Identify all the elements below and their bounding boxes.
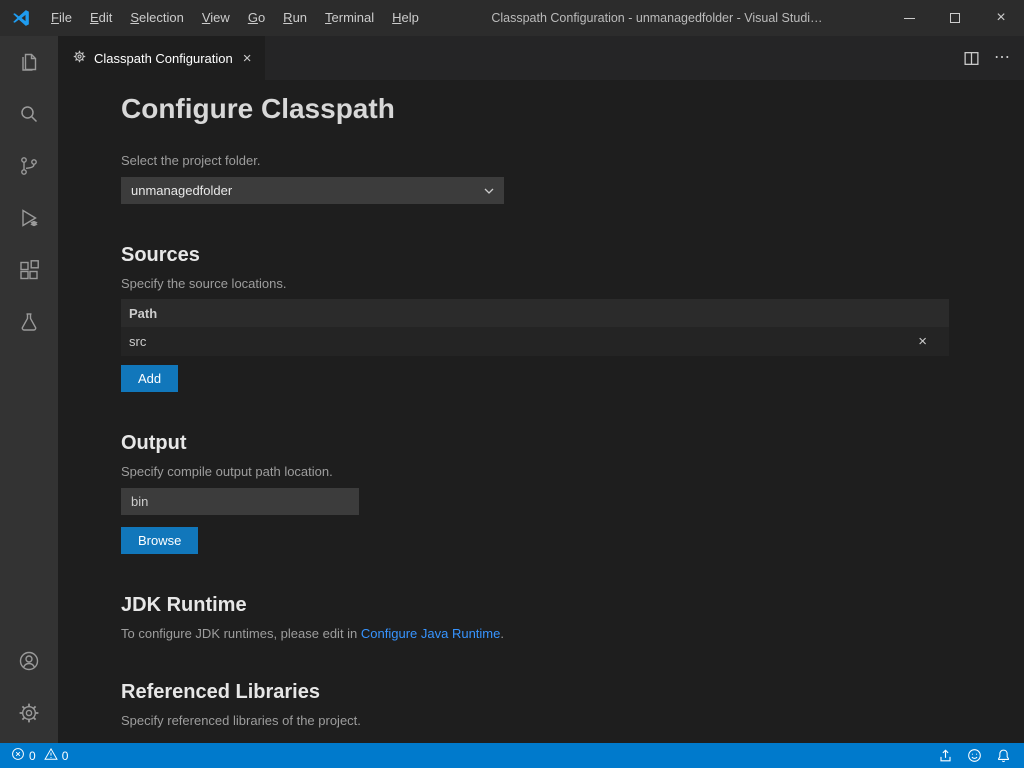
vscode-window: File Edit Selection View Go Run Terminal… xyxy=(0,0,1024,768)
referenced-libraries-heading: Referenced Libraries xyxy=(121,681,1024,704)
status-bar: 0 0 xyxy=(0,743,1024,768)
activity-bar-spacer xyxy=(0,348,58,635)
output-description: Specify compile output path location. xyxy=(121,464,1024,479)
classpath-configuration-page: Configure Classpath Select the project f… xyxy=(58,80,1024,743)
maximize-icon xyxy=(950,13,960,23)
classpath-config-icon xyxy=(72,49,87,67)
chevron-down-icon xyxy=(484,183,494,198)
explorer-icon[interactable] xyxy=(0,36,58,88)
menu-help[interactable]: Help xyxy=(383,0,428,36)
source-row[interactable]: src × xyxy=(121,327,949,356)
warnings-count: 0 xyxy=(62,749,69,763)
window-title: Classpath Configuration - unmanagedfolde… xyxy=(428,11,886,25)
source-control-icon[interactable] xyxy=(0,140,58,192)
output-heading: Output xyxy=(121,432,1024,455)
close-window-button[interactable]: × xyxy=(978,0,1024,36)
editor-actions: ⋯ xyxy=(963,36,1024,80)
project-folder-label: Select the project folder. xyxy=(121,153,1024,168)
tab-bar: Classpath Configuration × ⋯ xyxy=(58,36,1024,80)
activity-bar xyxy=(0,36,58,743)
project-folder-value: unmanagedfolder xyxy=(131,183,232,198)
menu-go[interactable]: Go xyxy=(239,0,274,36)
sources-heading: Sources xyxy=(121,244,1024,267)
minimize-button[interactable] xyxy=(886,0,932,36)
menu-terminal[interactable]: Terminal xyxy=(316,0,383,36)
run-and-debug-icon[interactable] xyxy=(0,192,58,244)
page-title: Configure Classpath xyxy=(121,93,1024,125)
sources-table: Path src × xyxy=(121,299,949,356)
title-bar: File Edit Selection View Go Run Terminal… xyxy=(0,0,1024,36)
problems-indicator[interactable]: 0 0 xyxy=(6,743,73,768)
add-source-button[interactable]: Add xyxy=(121,365,178,392)
testing-icon[interactable] xyxy=(0,296,58,348)
sources-description: Specify the source locations. xyxy=(121,276,1024,291)
menu-selection[interactable]: Selection xyxy=(121,0,192,36)
jdk-runtime-text: To configure JDK runtimes, please edit i… xyxy=(121,626,1024,641)
configure-java-runtime-link[interactable]: Configure Java Runtime xyxy=(361,626,500,641)
errors-icon xyxy=(11,747,25,764)
output-path-input[interactable] xyxy=(121,488,359,515)
tab-close-icon[interactable]: × xyxy=(240,50,255,67)
split-editor-icon[interactable] xyxy=(963,50,980,67)
remove-source-icon[interactable]: × xyxy=(918,333,927,350)
jdk-text-before: To configure JDK runtimes, please edit i… xyxy=(121,626,361,641)
errors-count: 0 xyxy=(29,749,36,763)
browse-output-button[interactable]: Browse xyxy=(121,527,198,554)
jdk-text-after: . xyxy=(500,626,504,641)
vscode-logo-icon xyxy=(0,8,42,28)
menu-file[interactable]: File xyxy=(42,0,81,36)
maximize-button[interactable] xyxy=(932,0,978,36)
extensions-icon[interactable] xyxy=(0,244,58,296)
menu-view[interactable]: View xyxy=(193,0,239,36)
sources-table-header: Path xyxy=(121,299,949,327)
feedback-icon[interactable] xyxy=(960,743,989,768)
jdk-runtime-heading: JDK Runtime xyxy=(121,594,1024,617)
window-controls: × xyxy=(886,0,1024,36)
referenced-libraries-description: Specify referenced libraries of the proj… xyxy=(121,713,1024,728)
path-column-header: Path xyxy=(129,306,157,321)
menu-edit[interactable]: Edit xyxy=(81,0,121,36)
search-icon[interactable] xyxy=(0,88,58,140)
menu-bar: File Edit Selection View Go Run Terminal… xyxy=(42,0,428,36)
source-path-value: src xyxy=(129,334,146,349)
tab-classpath-configuration[interactable]: Classpath Configuration × xyxy=(58,36,266,80)
menu-run[interactable]: Run xyxy=(274,0,316,36)
warnings-icon xyxy=(44,747,58,764)
share-icon[interactable] xyxy=(931,743,960,768)
accounts-icon[interactable] xyxy=(0,635,58,687)
tab-label: Classpath Configuration xyxy=(94,51,233,66)
notifications-bell-icon[interactable] xyxy=(989,743,1018,768)
settings-gear-icon[interactable] xyxy=(0,687,58,739)
minimize-icon xyxy=(904,18,915,19)
more-actions-icon[interactable]: ⋯ xyxy=(994,50,1010,66)
project-folder-select[interactable]: unmanagedfolder xyxy=(121,177,504,204)
